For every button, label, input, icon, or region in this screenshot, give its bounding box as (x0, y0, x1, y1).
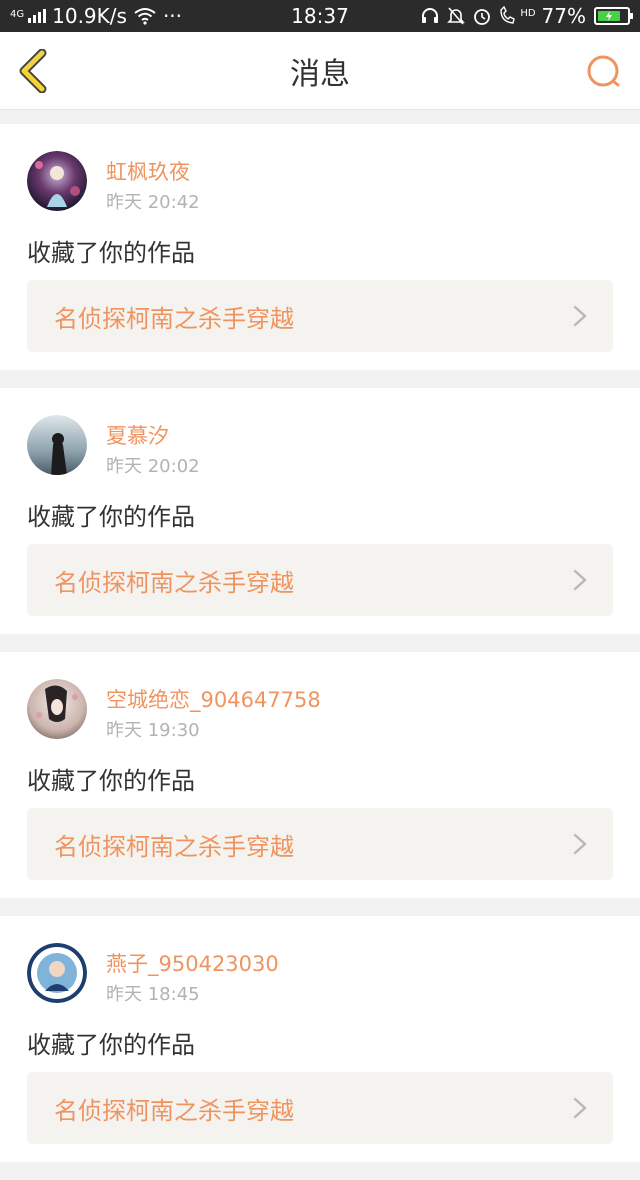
chevron-right-icon (573, 569, 587, 591)
chevron-right-icon (573, 305, 587, 327)
work-title: 名侦探柯南之杀手穿越 (54, 568, 294, 597)
mute-bell-icon (447, 7, 466, 25)
avatar[interactable] (27, 679, 87, 739)
charging-icon (605, 11, 612, 21)
work-title: 名侦探柯南之杀手穿越 (54, 304, 294, 333)
action-text: 收藏了你的作品 (27, 767, 195, 795)
message-time: 昨天 20:02 (106, 456, 200, 477)
signal-icon (28, 9, 47, 23)
message-time: 昨天 18:45 (106, 984, 200, 1005)
action-text: 收藏了你的作品 (27, 503, 195, 531)
work-link[interactable]: 名侦探柯南之杀手穿越 (27, 1072, 613, 1144)
message-card: 虹枫玖夜 昨天 20:42 收藏了你的作品 名侦探柯南之杀手穿越 (0, 124, 640, 370)
action-text: 收藏了你的作品 (27, 1031, 195, 1059)
status-bar: 4G 10.9K/s ··· 18:37 HD 77% (0, 0, 640, 32)
headset-icon (422, 8, 439, 23)
message-card: 燕子_950423030 昨天 18:45 收藏了你的作品 名侦探柯南之杀手穿越 (0, 916, 640, 1162)
chevron-right-icon (573, 1097, 587, 1119)
battery-percent: 77% (541, 4, 586, 28)
back-button[interactable] (14, 48, 54, 94)
wifi-icon (134, 8, 156, 25)
work-link[interactable]: 名侦探柯南之杀手穿越 (27, 808, 613, 880)
avatar[interactable] (27, 943, 87, 1003)
battery-level (598, 11, 620, 21)
alarm-icon (474, 9, 491, 25)
avatar[interactable] (27, 415, 87, 475)
battery-icon (594, 7, 633, 25)
message-card: 夏慕汐 昨天 20:02 收藏了你的作品 名侦探柯南之杀手穿越 (0, 388, 640, 634)
username[interactable]: 燕子_950423030 (106, 948, 279, 978)
work-link[interactable]: 名侦探柯南之杀手穿越 (27, 544, 613, 616)
chevron-left-icon (19, 48, 47, 94)
work-title: 名侦探柯南之杀手穿越 (54, 1096, 294, 1125)
chevron-right-icon (573, 833, 587, 855)
network-type: 4G (10, 9, 25, 20)
message-list: 虹枫玖夜 昨天 20:42 收藏了你的作品 名侦探柯南之杀手穿越 夏慕汐 昨天 … (0, 124, 640, 1180)
work-link[interactable]: 名侦探柯南之杀手穿越 (27, 280, 613, 352)
work-title: 名侦探柯南之杀手穿越 (54, 832, 294, 861)
message-card: 空城绝恋_904647758 昨天 19:30 收藏了你的作品 名侦探柯南之杀手… (0, 652, 640, 898)
hd-label: HD (520, 8, 536, 19)
avatar[interactable] (27, 151, 87, 211)
username[interactable]: 空城绝恋_904647758 (106, 684, 321, 714)
more-dots: ··· (162, 4, 183, 28)
top-nav-bar: 消息 (0, 32, 640, 110)
search-button[interactable] (584, 52, 624, 92)
message-time: 昨天 19:30 (106, 720, 200, 741)
network-speed: 10.9K/s (52, 4, 127, 28)
action-text: 收藏了你的作品 (27, 239, 195, 267)
username[interactable]: 夏慕汐 (106, 420, 169, 450)
username[interactable]: 虹枫玖夜 (106, 156, 190, 186)
message-time: 昨天 20:42 (106, 192, 200, 213)
status-right: HD 77% (420, 4, 633, 28)
status-left: 4G 10.9K/s ··· (10, 4, 182, 28)
page-title: 消息 (290, 56, 350, 92)
search-icon (587, 55, 620, 87)
